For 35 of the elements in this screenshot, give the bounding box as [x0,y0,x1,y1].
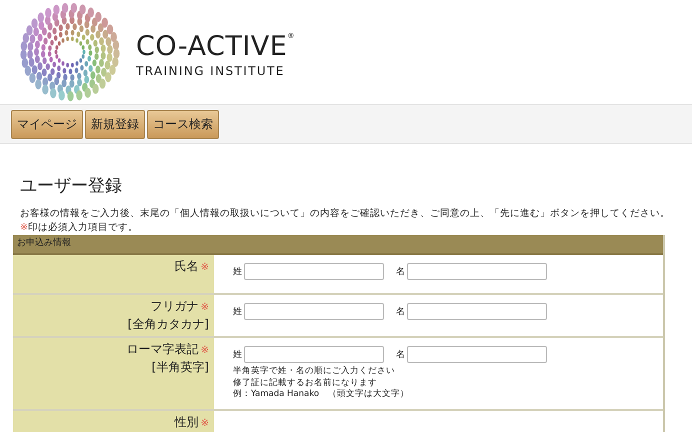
input-label: 名 [396,306,405,318]
input-field[interactable] [407,263,547,280]
input-label: 姓 [233,266,242,278]
section-header: お申込み情報 [13,235,663,255]
required-mark: ※ [200,302,209,313]
field-label: ローマ字表記 [126,342,199,356]
field-label: 性別 [174,414,199,428]
page-title: ユーザー登録 [20,175,123,197]
required-note: 印は必須入力項目です。 [28,222,138,233]
input-field[interactable] [407,303,547,320]
required-mark: ※ [200,262,209,273]
nav-button[interactable]: 新規登録 [85,110,145,138]
field-sublabel: [半角英字] [150,359,209,376]
field-label: 氏名 [174,259,199,273]
input-field[interactable] [407,346,547,363]
input-field[interactable] [244,303,384,320]
input-field[interactable] [244,263,384,280]
field-label: フリガナ [150,299,199,313]
required-mark: ※ [20,222,28,233]
brand-name: CO-ACTIVE$^{®}$ [136,32,295,60]
field-sublabel: [全角カタカナ] [126,316,209,333]
hint-text: 例：Yamada Hanako （頭文字は大文字） [233,389,410,400]
hint-text: 半角英字で姓・名の順にご入力ください [233,366,396,378]
required-mark: ※ [200,418,209,428]
input-label: 名 [396,348,405,361]
brand-subtitle: TRAINING INSTITUTE [136,64,286,78]
input-label: 姓 [233,348,242,361]
required-mark: ※ [200,345,209,356]
input-label: 名 [396,266,405,278]
input-label: 姓 [233,306,242,318]
intro-text: お客様の情報をご入力後、末尾の「個人情報の取扱いについて」の内容をご確認いただき、ご同意の上、「先に進む」ボタンを押してください。 [20,207,663,221]
input-field[interactable] [244,346,384,363]
nav-button[interactable]: コース検索 [147,110,219,138]
hint-text: 修了証に記載するお名前になります [233,378,378,388]
nav-button[interactable]: マイページ [11,110,83,138]
